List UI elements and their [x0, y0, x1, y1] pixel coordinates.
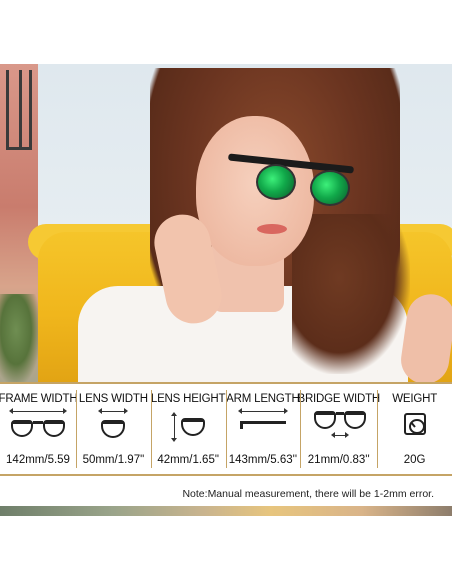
arm-length-icon [228, 407, 298, 441]
spec-value: 143mm/5.63'' [228, 454, 298, 466]
model-lips [257, 224, 287, 234]
spec-title: ARM LENGTH [226, 393, 300, 405]
spec-value: 20G [403, 454, 426, 466]
model-hair-curls [292, 214, 410, 374]
spec-title: FRAME WIDTH [0, 393, 78, 405]
spec-value: 21mm/0.83'' [307, 454, 370, 466]
scale-icon [380, 407, 450, 441]
spec-title: LENS WIDTH [78, 393, 148, 405]
window-frame [6, 70, 32, 150]
spec-value: 42mm/1.65" [157, 454, 219, 466]
spec-value: 142mm/5.59 [6, 454, 70, 466]
spec-value: 50mm/1.97" [82, 454, 145, 466]
model-face [196, 116, 314, 266]
measurement-note: Note:Manual measurement, there will be 1… [182, 488, 434, 500]
spec-title: BRIDGE WIDTH [297, 393, 381, 405]
spec-frame-width: FRAME WIDTH 142mm/5.59 [0, 382, 78, 476]
spec-lens-height: LENS HEIGHT 42mm/1.65" [150, 382, 226, 476]
spec-title: WEIGHT [392, 393, 438, 405]
frame-width-icon [3, 407, 73, 441]
spec-arm-length: ARM LENGTH 143mm/5.63'' [225, 382, 301, 476]
product-photo [0, 64, 452, 382]
plant [0, 294, 40, 382]
next-photo-strip [0, 506, 452, 516]
lens-width-icon [78, 407, 148, 441]
sunglasses-lens-right [310, 170, 350, 206]
spec-bar: FRAME WIDTH 142mm/5.59 LENS WIDTH 50mm/1… [0, 382, 452, 476]
spec-title: LENS HEIGHT [150, 393, 226, 405]
spec-weight: WEIGHT 20G [377, 382, 452, 476]
lens-height-icon [153, 407, 223, 442]
bridge-width-icon [304, 407, 374, 441]
spec-lens-width: LENS WIDTH 50mm/1.97" [76, 382, 151, 476]
spec-bridge-width: BRIDGE WIDTH 21mm/0.83'' [297, 382, 381, 476]
sunglasses-lens-left [256, 164, 296, 200]
